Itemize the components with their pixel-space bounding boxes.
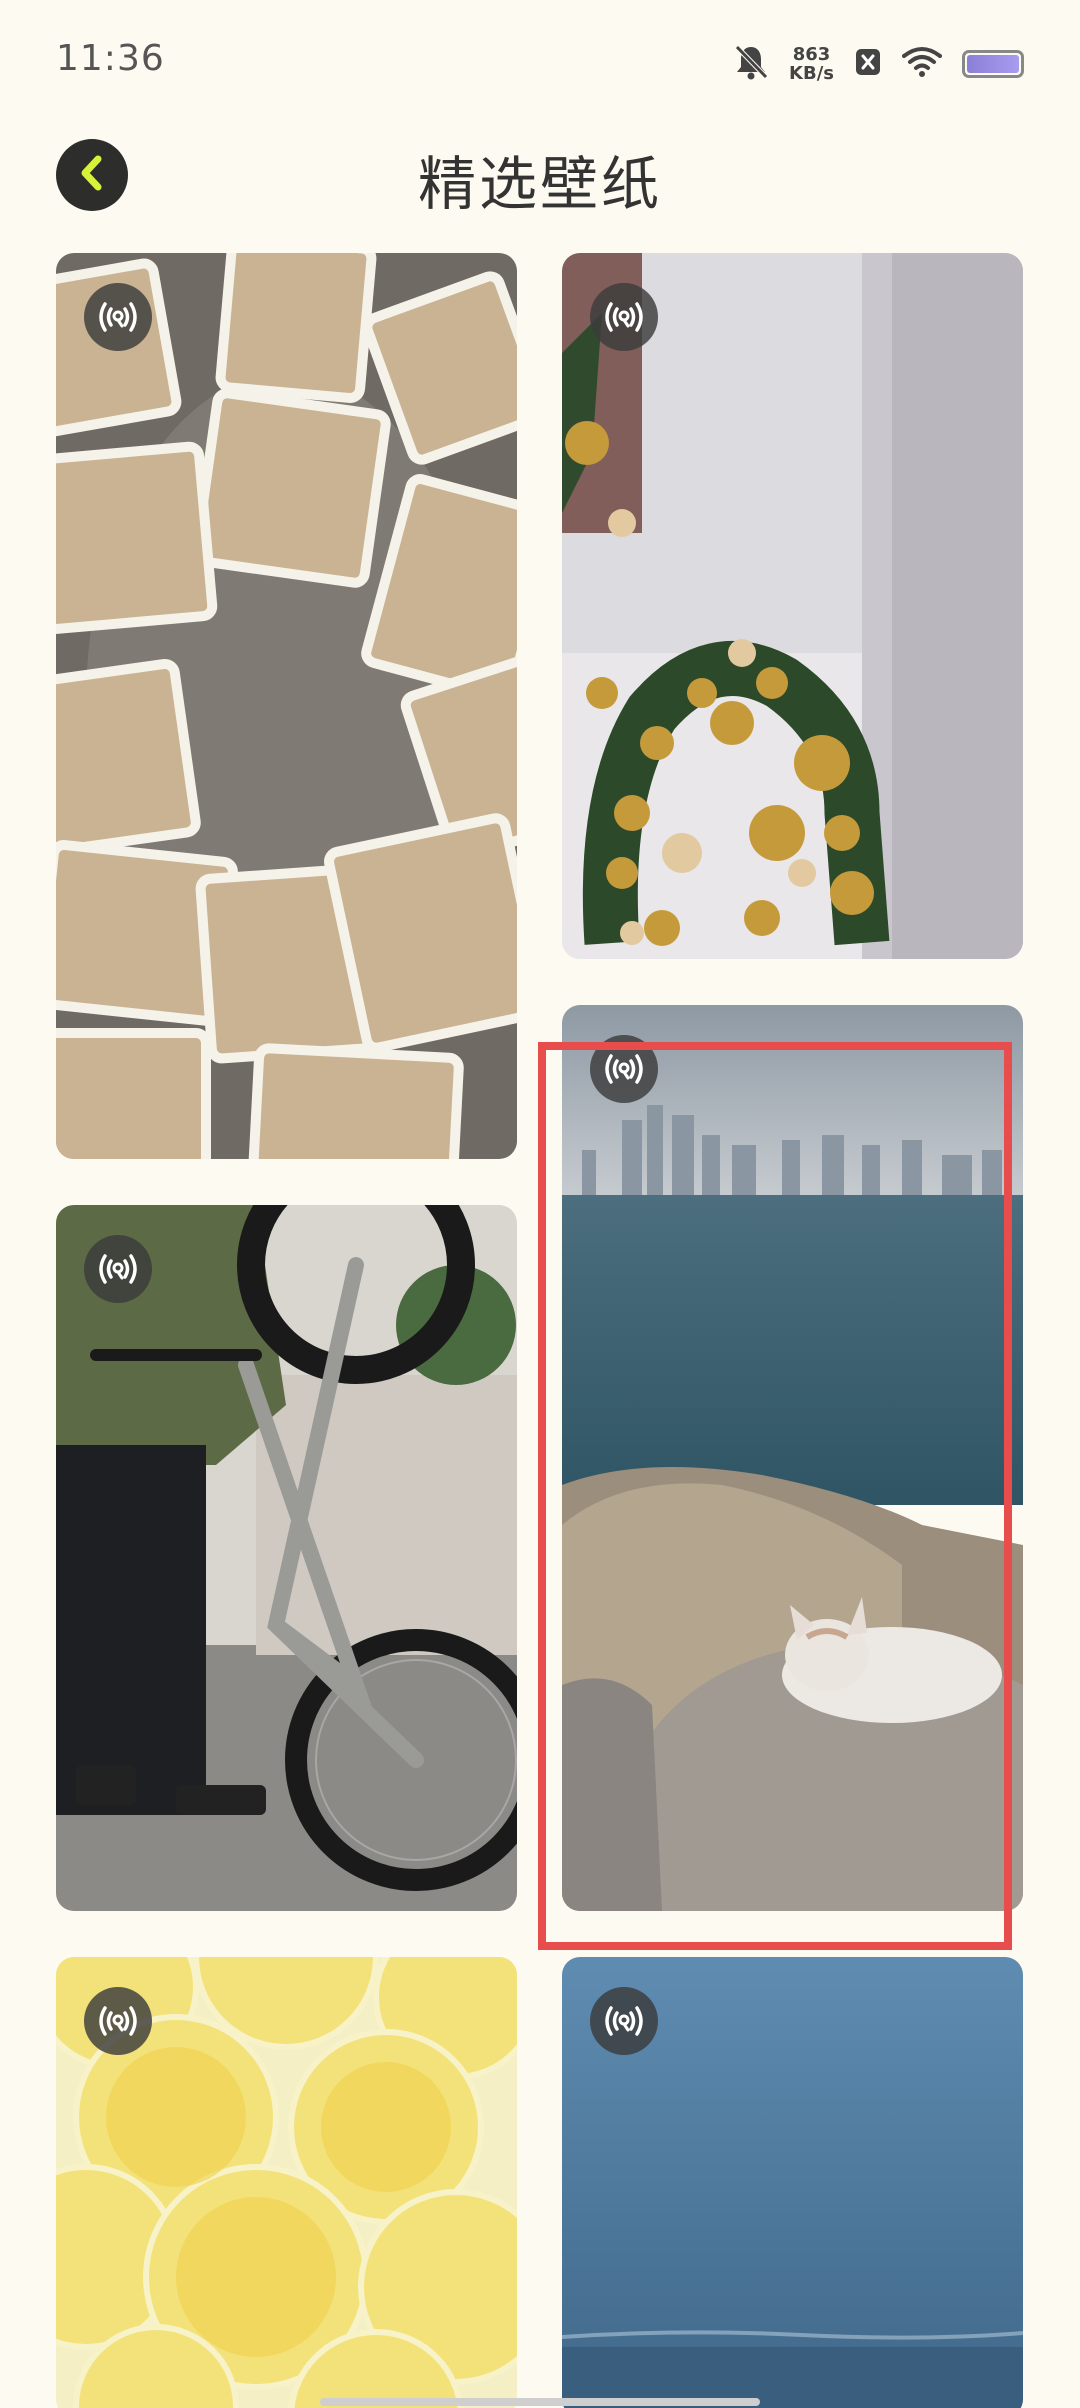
status-icons: 863 KB/s	[733, 40, 1024, 88]
wallpaper-card-lemon-slices[interactable]	[56, 1957, 517, 2408]
home-indicator	[320, 2398, 760, 2406]
live-broadcast-icon	[605, 2006, 643, 2036]
live-badge	[84, 1987, 152, 2055]
live-broadcast-icon	[605, 302, 643, 332]
paper-cups-image	[56, 253, 517, 1159]
live-badge	[84, 1235, 152, 1303]
christmas-wreath-image	[562, 253, 1023, 959]
wallpaper-card-blue-sea[interactable]	[562, 1957, 1023, 2408]
net-speed-unit: KB/s	[789, 63, 834, 84]
net-speed-value: 863	[792, 44, 831, 65]
wallpaper-card-cat-on-rocks[interactable]	[562, 1005, 1023, 1911]
live-badge	[590, 283, 658, 351]
status-time: 11:36	[56, 38, 165, 79]
net-speed: 863 KB/s	[789, 45, 834, 83]
live-badge	[84, 283, 152, 351]
live-broadcast-icon	[99, 1254, 137, 1284]
bmx-bike-image	[56, 1205, 517, 1911]
live-badge	[590, 1987, 658, 2055]
live-broadcast-icon	[99, 2006, 137, 2036]
wallpaper-screen: 11:36 863 KB/s 精选壁纸	[0, 0, 1080, 2408]
bell-muted-icon	[733, 43, 769, 85]
live-broadcast-icon	[99, 302, 137, 332]
live-broadcast-icon	[605, 1054, 643, 1084]
close-box-icon	[854, 46, 882, 82]
page-title: 精选壁纸	[417, 150, 662, 218]
status-bar: 11:36 863 KB/s	[0, 0, 1080, 126]
live-badge	[590, 1035, 658, 1103]
wallpaper-card-bmx-bike[interactable]	[56, 1205, 517, 1911]
wifi-icon	[902, 46, 942, 82]
wallpaper-card-paper-cups[interactable]	[56, 253, 517, 1159]
battery-icon	[962, 50, 1024, 78]
cat-on-rocks-image	[562, 1005, 1023, 1911]
wallpaper-card-christmas-wreath[interactable]	[562, 253, 1023, 959]
